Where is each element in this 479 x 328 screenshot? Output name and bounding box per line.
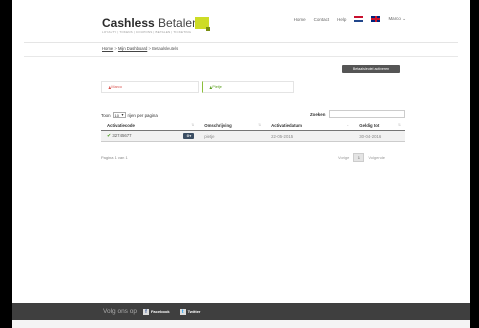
top-nav: Home Contact Help Marco ⌄	[294, 16, 406, 22]
user-card-label: Pietje	[212, 85, 222, 89]
search-label: Zoeken	[310, 112, 326, 117]
logo-mark-icon	[195, 17, 210, 31]
sort-icon: ⇅	[191, 123, 195, 127]
bottom-strip	[12, 320, 470, 328]
pagination: Vorige 1 Volgende	[338, 153, 385, 162]
user-name: Marco	[388, 16, 401, 21]
table-row[interactable]: ✔ 32745677 ⚙▾ pietje 22-05-2015 30-04-20…	[101, 130, 405, 142]
keys-table: Activatiecode ⇅ Omschrijving ⇅ Activatieda…	[101, 121, 405, 142]
nav-contact[interactable]: Contact	[314, 17, 330, 22]
page-1-button[interactable]: 1	[353, 153, 365, 162]
tagline: LOYALTY | TOKENS | COUPONS | BETALEN | T…	[102, 30, 192, 34]
header: Cashless Betalen LOYALTY | TOKENS | COUP…	[89, 0, 409, 42]
cell-code: ✔ 32745677 ⚙▾	[101, 130, 199, 142]
user-card-label: Marco	[111, 85, 122, 89]
divider	[24, 42, 458, 43]
activate-key-button[interactable]: Betaalsleutel activeren	[342, 65, 400, 73]
sort-icon: ⇅	[258, 123, 262, 127]
check-icon: ✔	[107, 133, 112, 139]
breadcrumb-separator: >	[114, 46, 117, 51]
page: Cashless Betalen LOYALTY | TOKENS | COUP…	[12, 0, 470, 328]
breadcrumb-current: Betaalsleutels	[152, 46, 179, 51]
breadcrumb-home[interactable]: Home	[102, 46, 113, 51]
logo-light: Betalen	[158, 16, 199, 30]
dutch-flag-icon[interactable]	[354, 16, 364, 22]
nav-help[interactable]: Help	[337, 17, 346, 22]
column-activatiedatum[interactable]: Activatiedatum ⌄	[265, 121, 354, 131]
user-menu[interactable]: Marco ⌄	[388, 16, 406, 22]
english-flag-icon[interactable]	[371, 16, 381, 22]
column-geldig-tot[interactable]: Geldig tot ⇅	[353, 121, 405, 131]
prev-page-button[interactable]: Vorige	[338, 155, 349, 160]
logo[interactable]: Cashless Betalen	[102, 16, 199, 30]
user-card[interactable]: ♟ Pietje	[202, 81, 294, 93]
cell-valid-until: 30-04-2016	[353, 130, 405, 142]
breadcrumb-dashboard[interactable]: Mijn Dashboard	[118, 46, 147, 51]
chevron-down-icon: ⌄	[402, 16, 406, 21]
nav-home[interactable]: Home	[294, 17, 306, 22]
breadcrumb-separator: >	[148, 46, 151, 51]
column-activatiecode[interactable]: Activatiecode ⇅	[101, 121, 199, 131]
user-card[interactable]: ♟ Marco	[101, 81, 199, 93]
follow-text: Volg ons op	[103, 308, 137, 315]
gear-icon[interactable]: ⚙▾	[183, 133, 195, 139]
pagination-info: Pagina 1 van 1	[101, 155, 128, 160]
cell-description: pietje	[198, 130, 266, 142]
facebook-link[interactable]: f Facebook	[142, 308, 170, 315]
show-suffix: rijen per pagina	[127, 112, 158, 118]
next-page-button[interactable]: Volgende	[368, 155, 385, 160]
page-size-control: Toon 10 rijen per pagina	[101, 112, 158, 118]
column-omschrijving[interactable]: Omschrijving ⇅	[198, 121, 266, 131]
show-prefix: Toon	[101, 112, 111, 118]
facebook-icon: f	[142, 308, 149, 315]
page-size-select[interactable]: 10	[112, 112, 126, 118]
twitter-link[interactable]: t Twitter	[179, 308, 200, 315]
sort-icon: ⇅	[397, 123, 401, 127]
cell-activation-date: 22-05-2015	[265, 130, 354, 142]
footer: Volg ons op f Facebook t Twitter	[12, 303, 470, 320]
breadcrumb: Home > Mijn Dashboard > Betaalsleutels	[89, 46, 422, 51]
logo-bold: Cashless	[102, 16, 155, 30]
twitter-icon: t	[179, 308, 186, 315]
sort-icon: ⌄	[346, 123, 350, 127]
divider	[24, 56, 458, 57]
search-input[interactable]	[329, 110, 405, 118]
